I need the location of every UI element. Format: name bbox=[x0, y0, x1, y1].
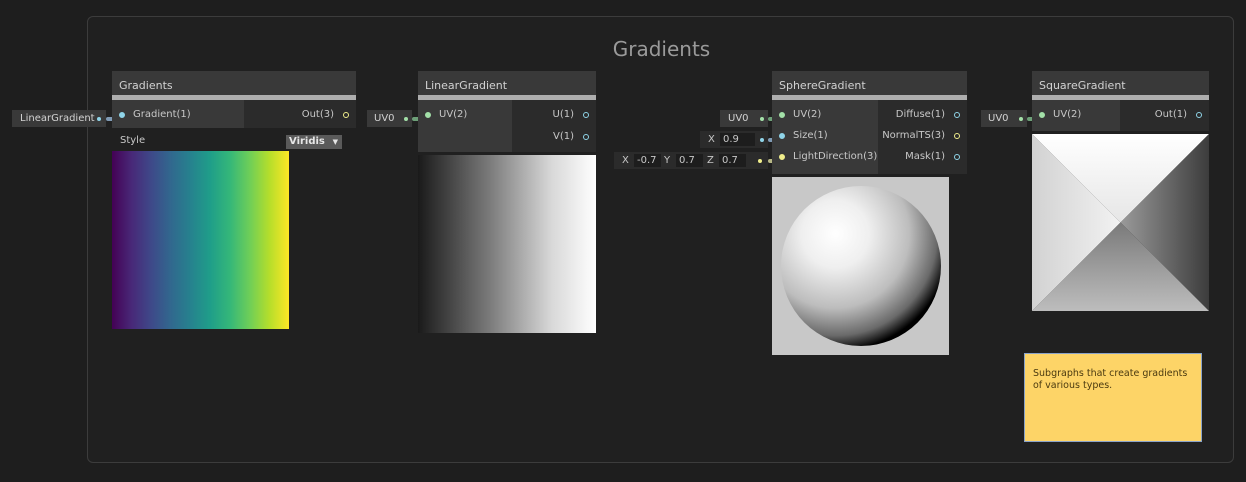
input-label-uv: UV(2) bbox=[439, 109, 468, 120]
port-diffuse-out[interactable] bbox=[954, 112, 960, 118]
sticky-note-text[interactable]: Subgraphs that create gradients of vario… bbox=[1033, 368, 1187, 391]
node-sphere-outputs: Diffuse(1) NormalTS(3) Mask(1) bbox=[878, 100, 967, 174]
node-sphere-title[interactable]: SphereGradient bbox=[772, 71, 967, 100]
node-linear-gradient[interactable]: LinearGradient UV(2) U(1) V(1) bbox=[418, 71, 596, 333]
light-x-label: X bbox=[622, 155, 629, 166]
style-dropdown-value: Viridis bbox=[289, 136, 325, 147]
input-label-gradient: Gradient(1) bbox=[133, 109, 191, 120]
port-square-out[interactable] bbox=[1196, 112, 1202, 118]
port-uv-in[interactable] bbox=[425, 112, 431, 118]
light-y-label: Y bbox=[664, 155, 671, 166]
uv-chip-port[interactable] bbox=[404, 117, 408, 121]
uv-chip-linear[interactable]: UV0 bbox=[367, 110, 412, 127]
style-dropdown[interactable]: Viridis ▼ bbox=[286, 135, 342, 149]
output-row-v[interactable]: V(1) bbox=[512, 127, 596, 147]
output-row-normalts[interactable]: NormalTS(3) bbox=[878, 126, 967, 146]
uv-chip-square-port[interactable] bbox=[1019, 117, 1023, 121]
input-row-uv[interactable]: UV(2) bbox=[418, 105, 512, 125]
preview-square bbox=[1032, 134, 1209, 311]
uv-chip-square[interactable]: UV0 bbox=[981, 110, 1027, 127]
output-label-mask: Mask(1) bbox=[905, 151, 945, 162]
preview-sphere bbox=[772, 177, 949, 355]
chevron-down-icon: ▼ bbox=[332, 138, 338, 146]
node-square-gradient[interactable]: SquareGradient UV(2) Out(1) bbox=[1032, 71, 1209, 311]
port-sphere-uv-in[interactable] bbox=[779, 112, 785, 118]
port-v-out[interactable] bbox=[583, 134, 589, 140]
light-y-input[interactable]: 0.7 bbox=[676, 154, 703, 167]
node-linear-outputs: U(1) V(1) bbox=[512, 100, 596, 152]
output-label-diffuse: Diffuse(1) bbox=[895, 109, 945, 120]
input-label-sphere-uv: UV(2) bbox=[793, 109, 822, 120]
size-x-input[interactable]: 0.9 bbox=[720, 133, 755, 146]
property-chip-label: LinearGradient bbox=[20, 113, 95, 124]
group-title[interactable]: Gradients bbox=[88, 37, 1235, 61]
size-port[interactable] bbox=[760, 138, 764, 142]
sticky-note[interactable]: Subgraphs that create gradients of vario… bbox=[1024, 353, 1202, 442]
input-label-light-direction: LightDirection(3) bbox=[793, 151, 878, 162]
node-gradients[interactable]: Gradients Gradient(1) Out(3) Style Virid… bbox=[112, 71, 356, 329]
output-row-square-out[interactable]: Out(1) bbox=[1120, 105, 1209, 125]
input-row-sphere-uv[interactable]: UV(2) bbox=[772, 105, 878, 125]
output-label-square-out: Out(1) bbox=[1154, 109, 1187, 120]
output-label-normalts: NormalTS(3) bbox=[882, 130, 945, 141]
node-sphere-gradient[interactable]: SphereGradient UV(2) Size(1) LightDirect… bbox=[772, 71, 967, 355]
node-sphere-inputs: UV(2) Size(1) LightDirection(3) bbox=[772, 100, 878, 174]
output-label-out: Out(3) bbox=[301, 109, 334, 120]
uv-chip-sphere[interactable]: UV0 bbox=[720, 110, 768, 127]
port-normalts-out[interactable] bbox=[954, 133, 960, 139]
port-gradient-in[interactable] bbox=[119, 112, 125, 118]
property-chip-linear-gradient[interactable]: LinearGradient bbox=[12, 110, 106, 127]
output-label-u: U(1) bbox=[552, 109, 574, 120]
light-z-label: Z bbox=[707, 155, 714, 166]
port-out[interactable] bbox=[343, 112, 349, 118]
node-square-outputs: Out(1) bbox=[1120, 100, 1209, 131]
uv-chip-label: UV0 bbox=[374, 113, 395, 124]
node-square-title[interactable]: SquareGradient bbox=[1032, 71, 1209, 100]
input-row-size[interactable]: Size(1) bbox=[772, 126, 878, 146]
input-row-light-direction[interactable]: LightDirection(3) bbox=[772, 147, 878, 167]
property-chip-port[interactable] bbox=[97, 117, 101, 121]
style-label: Style bbox=[120, 135, 146, 146]
size-field[interactable]: X 0.9 bbox=[700, 131, 768, 148]
node-linear-inputs: UV(2) bbox=[418, 100, 512, 152]
light-x-input[interactable]: -0.7 bbox=[634, 154, 661, 167]
node-square-inputs: UV(2) bbox=[1032, 100, 1120, 131]
input-label-size: Size(1) bbox=[793, 130, 828, 141]
input-row-gradient[interactable]: Gradient(1) bbox=[112, 105, 244, 125]
output-row-out[interactable]: Out(3) bbox=[244, 105, 356, 125]
port-light-direction-in[interactable] bbox=[779, 154, 785, 160]
light-direction-field[interactable]: X -0.7 Y 0.7 Z 0.7 bbox=[614, 152, 768, 169]
input-row-square-uv[interactable]: UV(2) bbox=[1032, 105, 1120, 125]
preview-linear bbox=[418, 155, 596, 333]
light-direction-port[interactable] bbox=[758, 159, 762, 163]
input-label-square-uv: UV(2) bbox=[1053, 109, 1082, 120]
port-size-in[interactable] bbox=[779, 133, 785, 139]
uv-chip-sphere-label: UV0 bbox=[728, 113, 749, 124]
port-mask-out[interactable] bbox=[954, 154, 960, 160]
port-square-uv-in[interactable] bbox=[1039, 112, 1045, 118]
node-gradients-outputs: Out(3) bbox=[244, 100, 356, 128]
output-row-u[interactable]: U(1) bbox=[512, 105, 596, 125]
port-u-out[interactable] bbox=[583, 112, 589, 118]
light-z-input[interactable]: 0.7 bbox=[719, 154, 746, 167]
output-row-diffuse[interactable]: Diffuse(1) bbox=[878, 105, 967, 125]
uv-chip-sphere-port[interactable] bbox=[760, 117, 764, 121]
node-gradients-inputs: Gradient(1) bbox=[112, 100, 244, 128]
preview-viridis bbox=[112, 151, 289, 329]
node-linear-title[interactable]: LinearGradient bbox=[418, 71, 596, 100]
uv-chip-square-label: UV0 bbox=[988, 113, 1009, 124]
output-row-mask[interactable]: Mask(1) bbox=[878, 147, 967, 167]
size-x-label: X bbox=[708, 134, 715, 145]
node-gradients-title[interactable]: Gradients bbox=[112, 71, 356, 100]
output-label-v: V(1) bbox=[552, 131, 574, 142]
sphere-shape bbox=[781, 186, 941, 346]
